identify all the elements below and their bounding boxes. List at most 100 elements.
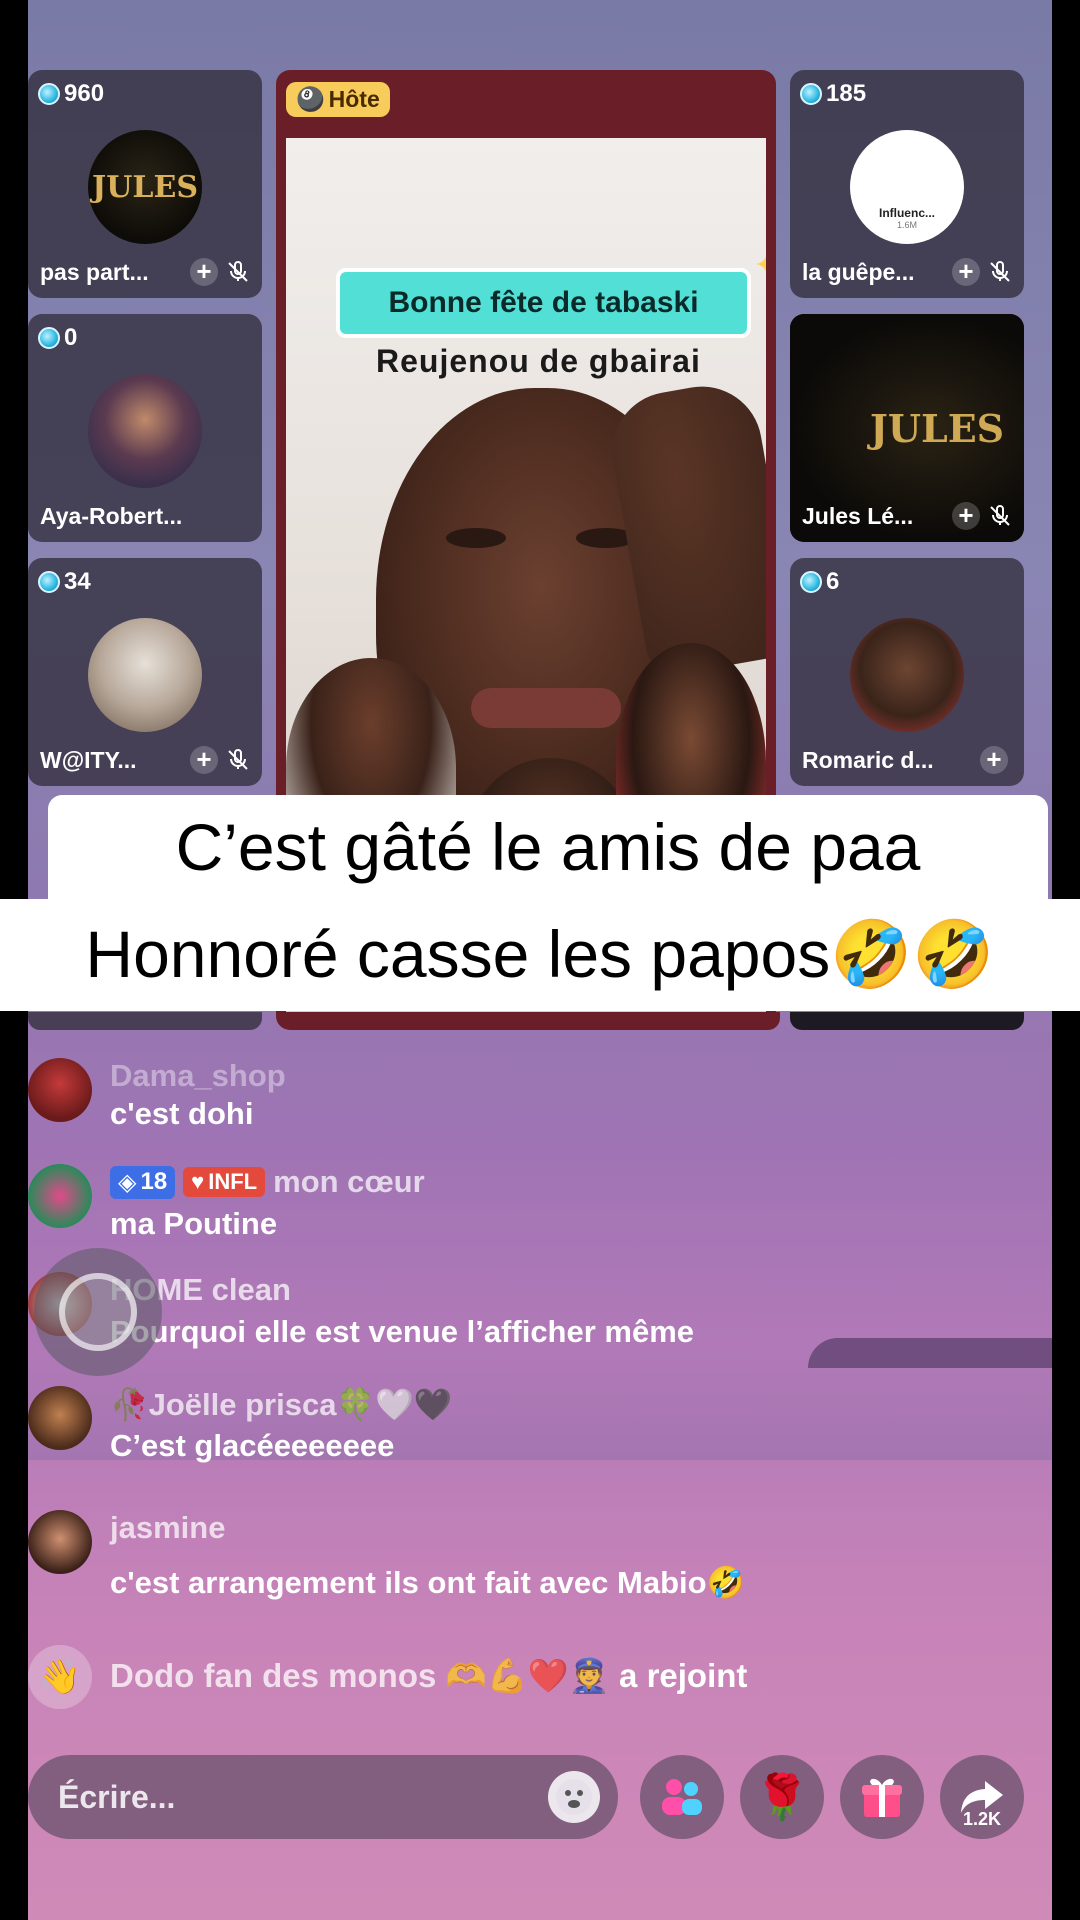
host-icon: 🎱 [296, 86, 325, 112]
background-headland [808, 1338, 1052, 1368]
infl-badge: ♥ INFL [183, 1167, 266, 1197]
guest-name: pas part... [40, 259, 149, 285]
poster-text: JULES [869, 405, 1005, 451]
guest-name: la guêpe... [802, 259, 915, 285]
guest-tile[interactable]: 960 JULES pas part... + [28, 70, 262, 298]
username-text: jasmine [110, 1510, 226, 1545]
count-value: 34 [64, 568, 91, 595]
add-icon[interactable]: + [190, 258, 218, 286]
joined-action: a rejoint [619, 1657, 748, 1694]
join-text: Dodo fan des monos 🫶💪❤️👮 a rejoint [110, 1657, 747, 1696]
guest-name: Romaric d... [802, 747, 934, 773]
chat-text: ma Poutine [110, 1206, 278, 1241]
guests-button[interactable] [640, 1755, 724, 1839]
chat-username: jasmine [110, 1510, 225, 1546]
host-stub [280, 1012, 780, 1030]
video-banner: Bonne fête de tabaski [336, 268, 751, 338]
poster-text: JULES [92, 169, 198, 205]
poster-subtext: 1.6M [896, 220, 917, 230]
chat-text: C’est glacéeeeeeee [110, 1428, 395, 1463]
rose-icon: 🌹 [754, 1773, 810, 1822]
chat-username: ◈ 18 ♥ INFL mon cœur [110, 1164, 425, 1200]
rose-gift-button[interactable]: 🌹 [740, 1755, 824, 1839]
username-text: mon cœur [273, 1164, 425, 1199]
joined-user: Dodo fan des monos 🫶💪❤️👮 [110, 1657, 610, 1694]
avatar [88, 618, 202, 732]
bottom-bar: Écrire... 🌹 1.2K [28, 1755, 1052, 1841]
mic-muted-icon [990, 261, 1010, 282]
guest-tile[interactable]: 34 W@ITY... + [28, 558, 262, 786]
guest-name: Jules Lé... [802, 503, 914, 529]
assistive-touch-button[interactable] [34, 1248, 162, 1376]
heart-icon: ♥ [191, 1169, 205, 1194]
eye [446, 528, 506, 548]
host-badge: 🎱 Hôte [286, 82, 390, 117]
comment-input[interactable]: Écrire... [28, 1755, 618, 1839]
guest-tile[interactable]: 6 Romaric d... + [790, 558, 1024, 786]
gem-icon [800, 83, 822, 105]
add-icon[interactable]: + [190, 746, 218, 774]
level-badge: ◈ 18 [110, 1165, 176, 1199]
gift-count: 0 [38, 324, 77, 352]
avatar [850, 618, 964, 732]
avatar: JULES [88, 130, 202, 244]
guest-name: Aya-Robert... [40, 503, 183, 529]
tile-stub [790, 1012, 1024, 1030]
mic-muted-icon [990, 505, 1010, 526]
avatar [28, 1164, 92, 1228]
video-subtitle: Reujenou de gbairai [376, 343, 701, 379]
gift-count: 6 [800, 568, 839, 596]
share-count: 1.2K [962, 1809, 1002, 1829]
host-badge-label: Hôte [328, 86, 380, 112]
join-notification: 👋 Dodo fan des monos 🫶💪❤️👮 a rejoint [28, 1645, 1028, 1711]
add-icon[interactable]: + [952, 502, 980, 530]
count-value: 0 [64, 324, 78, 351]
comment-placeholder: Écrire... [58, 1778, 176, 1815]
share-button[interactable]: 1.2K [940, 1755, 1024, 1839]
avatar [28, 1058, 92, 1122]
sparkle-icon: ✦ [754, 248, 766, 283]
poster-text: Influenc... [878, 206, 935, 220]
smiley-icon [556, 1779, 592, 1815]
gem-icon [38, 571, 60, 593]
avatar [88, 374, 202, 488]
chat-username: 🥀Joëlle prisca🍀🤍🖤 [110, 1386, 452, 1423]
mic-muted-icon [228, 261, 248, 282]
caption-line-1: C’est gâté le amis de paa [48, 795, 1048, 899]
gem-icon [38, 83, 60, 105]
emoji-icon[interactable] [548, 1771, 600, 1823]
guest-name: W@ITY... [40, 747, 137, 773]
add-icon[interactable]: + [952, 258, 980, 286]
chat-text: c'est dohi [110, 1096, 254, 1131]
count-value: 6 [826, 568, 840, 595]
gift-count: 185 [800, 80, 866, 108]
chat-text: c'est arrangement ils ont fait avec Mabi… [110, 1565, 746, 1600]
wave-icon: 👋 [28, 1645, 92, 1709]
gem-icon [800, 571, 822, 593]
avatar: Influenc... 1.6M [850, 130, 964, 244]
diamond-icon: ◈ [118, 1168, 137, 1196]
guest-tile[interactable]: 185 Influenc... 1.6M la guêpe... + [790, 70, 1024, 298]
guest-tile[interactable]: 0 Aya-Robert... [28, 314, 262, 542]
gem-icon [38, 327, 60, 349]
username-text: Dama_shop [110, 1058, 286, 1093]
mouth [471, 688, 621, 728]
add-icon[interactable]: + [980, 746, 1008, 774]
gift-button[interactable] [840, 1755, 924, 1839]
mic-muted-icon [228, 749, 248, 770]
count-value: 185 [826, 80, 867, 107]
gift-icon [862, 1778, 902, 1817]
gift-count: 34 [38, 568, 91, 596]
guest-tile[interactable]: 311 JULES Jules Lé... + [790, 314, 1024, 542]
avatar [28, 1386, 92, 1450]
chat-username: Dama_shop [110, 1058, 286, 1094]
level-value: 18 [140, 1168, 168, 1195]
chat-text: Pourquoi elle est venue l’afficher même [110, 1314, 695, 1349]
assistive-touch-icon [59, 1273, 137, 1351]
count-value: 960 [64, 80, 105, 107]
gift-count: 960 [38, 80, 104, 108]
username-text: 🥀Joëlle prisca🍀🤍🖤 [110, 1387, 453, 1422]
badge-label: INFL [208, 1169, 258, 1194]
caption-line-2: Honnoré casse les papos🤣🤣 [0, 899, 1080, 1011]
people-icon [662, 1779, 702, 1815]
